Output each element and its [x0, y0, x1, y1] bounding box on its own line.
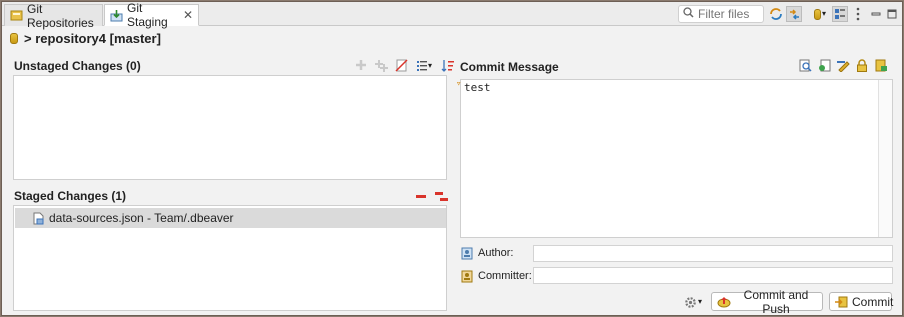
commit-message-title: Commit Message [460, 60, 559, 74]
unstaged-toolbar: ▾ [354, 58, 454, 72]
repository-icon [10, 32, 18, 44]
committer-field[interactable] [533, 267, 893, 284]
git-staging-view: Git Repositories Git Staging ✕ ▾ [1, 1, 903, 316]
author-label: Author: [460, 246, 513, 260]
stage-all-icon[interactable] [374, 58, 388, 72]
show-diff-icon[interactable] [798, 58, 812, 72]
author-icon [460, 246, 474, 260]
staged-file-label: data-sources.json - Team/.dbeaver [49, 211, 234, 225]
filter-field[interactable] [678, 5, 764, 23]
commit-icon [835, 295, 848, 309]
commit-message-editor[interactable]: ▿ test [456, 79, 893, 238]
add-signed-off-icon[interactable] [817, 58, 831, 72]
search-icon [683, 7, 694, 21]
commit-and-push-button[interactable]: Commit and Push [711, 288, 823, 316]
sort-icon[interactable] [440, 58, 454, 72]
git-repositories-icon [10, 9, 23, 23]
amend-icon[interactable] [874, 58, 888, 72]
json-file-icon [31, 211, 45, 225]
tab-label: Git Staging [127, 1, 168, 29]
scrollbar[interactable] [878, 80, 892, 237]
list-item[interactable]: data-sources.json - Team/.dbeaver [15, 208, 446, 228]
minimize-icon[interactable] [868, 6, 884, 22]
tab-git-repositories[interactable]: Git Repositories [4, 2, 103, 30]
unstaged-files-list[interactable] [13, 75, 447, 180]
commit-message-text: test [464, 81, 491, 94]
staged-toolbar [414, 189, 448, 203]
staged-files-list[interactable]: data-sources.json - Team/.dbeaver [13, 205, 447, 311]
committer-label: Committer: [460, 269, 532, 283]
committer-icon [460, 269, 474, 283]
stage-icon[interactable] [354, 58, 368, 72]
tab-git-staging[interactable]: Git Staging ✕ [104, 1, 199, 29]
unstage-icon[interactable] [414, 189, 428, 203]
unstaged-changes-title: Unstaged Changes (0) [14, 59, 141, 73]
commit-toolbar [798, 58, 888, 72]
ignore-icon[interactable] [394, 58, 408, 72]
sign-commit-icon[interactable] [836, 58, 850, 72]
unstage-all-icon[interactable] [434, 189, 448, 203]
tab-bar: Git Repositories Git Staging ✕ ▾ [2, 1, 902, 30]
close-icon[interactable]: ✕ [183, 8, 193, 22]
repository-menu-icon[interactable]: ▾ [810, 6, 830, 22]
repository-path: > repository4 [master] [24, 30, 161, 46]
view-menu-icon[interactable] [850, 6, 866, 22]
refresh-icon[interactable] [768, 6, 784, 22]
warning-marker-icon: ▿ [456, 79, 462, 89]
lock-icon[interactable] [855, 58, 869, 72]
commit-button[interactable]: Commit [829, 292, 893, 311]
link-with-selection-icon[interactable] [786, 6, 802, 22]
tab-label: Git Repositories [27, 1, 94, 30]
repository-breadcrumb: > repository4 [master] [10, 29, 161, 47]
layout-toggle-icon[interactable] [832, 6, 848, 22]
staged-changes-title: Staged Changes (1) [14, 189, 127, 203]
filter-files-input[interactable] [698, 7, 762, 21]
presentation-menu-icon[interactable]: ▾ [414, 58, 434, 72]
git-staging-icon [110, 8, 123, 22]
settings-menu-icon[interactable]: ▾ [682, 294, 704, 310]
author-field[interactable] [533, 245, 893, 262]
push-icon [717, 295, 731, 309]
maximize-icon[interactable] [884, 6, 900, 22]
